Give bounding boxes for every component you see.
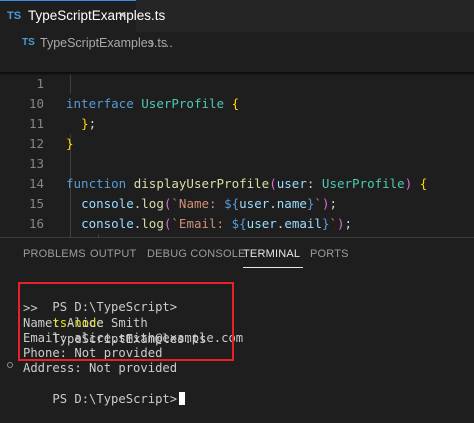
tab-problems[interactable]: PROBLEMS xyxy=(23,248,86,260)
chevron-right-icon: › xyxy=(150,35,155,50)
terminal-input-line[interactable]: PS D:\TypeScript> xyxy=(0,359,474,406)
code-line: 15 console.log(`Email: ${user.email}`); xyxy=(0,174,474,231)
breadcrumb-file[interactable]: TypeScriptExamples.ts xyxy=(40,36,167,50)
sticky-scroll-shadow xyxy=(0,72,474,76)
code-line: 12 xyxy=(0,114,474,151)
output-highlight-box xyxy=(18,282,234,361)
terminal-prompt: PS D:\TypeScript> xyxy=(52,392,178,406)
code-line: 13 function displayUserProfile(user: Use… xyxy=(0,134,474,191)
code-line: 17 // Check if phone is undefined xyxy=(0,214,474,237)
breadcrumb: TS TypeScriptExamples.ts › ... xyxy=(0,32,474,54)
tab-ports[interactable]: PORTS xyxy=(310,248,349,260)
code-line: 10 }; xyxy=(0,74,474,131)
typescript-file-icon: TS xyxy=(7,10,22,22)
code-line: 16 xyxy=(0,194,474,231)
terminal-command-line: PS D:\TypeScript> ts-node TypeScriptExam… xyxy=(0,267,474,346)
tab-output[interactable]: OUTPUT xyxy=(90,248,136,260)
tab-terminal[interactable]: TERMINAL xyxy=(243,248,300,260)
editor-tab-title: TypeScriptExamples.ts xyxy=(28,8,166,23)
breadcrumb-more[interactable]: ... xyxy=(162,35,173,50)
close-tab-icon[interactable]: × xyxy=(118,7,127,24)
code-editor[interactable]: 1 interface UserProfile { 10 }; 11 } 12 … xyxy=(0,54,474,237)
code-line: 11 } xyxy=(0,94,474,151)
code-line: 1 interface UserProfile { xyxy=(0,54,474,111)
editor-tab-bar: TS TypeScriptExamples.ts × xyxy=(0,0,474,32)
typescript-file-icon: TS xyxy=(22,37,35,48)
terminal-cursor xyxy=(179,392,186,405)
editor-tab-typescriptexamples[interactable]: TS TypeScriptExamples.ts × xyxy=(0,0,165,32)
tab-debug-console[interactable]: DEBUG CONSOLE xyxy=(147,248,246,260)
code-line: 14 console.log(`Name: ${user.name}`); xyxy=(0,154,474,211)
